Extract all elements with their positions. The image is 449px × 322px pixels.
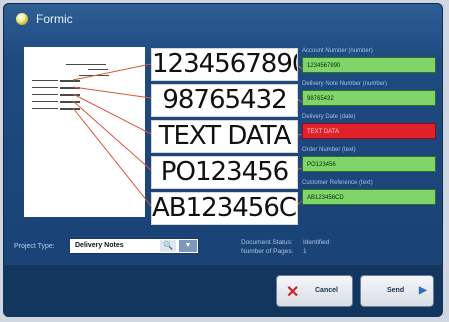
- order-number-input[interactable]: PO123456: [302, 156, 436, 172]
- window-title: Formic: [36, 12, 73, 26]
- document-controls: Project Type: Delivery Notes 🔍 ▼ Documen…: [3, 233, 443, 259]
- document-status-label: Document Status:: [241, 239, 293, 246]
- document-preview[interactable]: [24, 47, 145, 217]
- snippet-delivery-date[interactable]: TEXT DATA: [151, 120, 298, 153]
- app-logo-icon: [16, 13, 28, 25]
- document-status: Document Status: Identified Number of Pa…: [241, 238, 329, 256]
- binoculars-icon[interactable]: 🔍: [160, 240, 176, 252]
- field-delivery-date: Delivery Date (date) TEXT DATA: [302, 113, 436, 139]
- account-number-input[interactable]: 1234567890: [302, 57, 436, 73]
- cancel-button-label: Cancel: [315, 287, 338, 294]
- snippet-account-number[interactable]: 1234567890: [151, 48, 298, 81]
- snippet-customer-reference[interactable]: AB123456CD: [151, 192, 298, 225]
- snippet-order-number[interactable]: PO123456: [151, 156, 298, 189]
- page-count-value: 1: [303, 248, 307, 255]
- cancel-button[interactable]: ✕ Cancel: [276, 275, 353, 307]
- page-count-label: Number of Pages:: [241, 248, 294, 255]
- delivery-date-input[interactable]: TEXT DATA: [302, 123, 436, 139]
- project-type-label: Project Type:: [14, 243, 55, 250]
- app-window: Formic 1234567890 98765432 TEXT DATA PO1…: [3, 3, 443, 317]
- title-bar: Formic: [3, 3, 443, 37]
- customer-reference-input[interactable]: AB123456CD: [302, 189, 436, 205]
- document-status-value: Identified: [303, 239, 330, 246]
- field-customer-reference: Customer Reference (text) AB123456CD: [302, 179, 436, 205]
- delivery-note-number-input[interactable]: 98765432: [302, 90, 436, 106]
- send-button-label: Send: [387, 287, 405, 294]
- field-label: Customer Reference (text): [302, 180, 373, 186]
- snippet-delivery-note-number[interactable]: 98765432: [151, 84, 298, 117]
- field-account-number: Account Number (number) 1234567890: [302, 47, 436, 73]
- field-label: Order Number (text): [302, 147, 356, 153]
- field-order-number: Order Number (text) PO123456: [302, 146, 436, 172]
- field-label: Account Number (number): [302, 48, 373, 54]
- field-label: Delivery Date (date): [302, 114, 356, 120]
- close-icon: ✕: [286, 284, 300, 301]
- arrow-right-icon: ▶: [419, 285, 427, 296]
- field-delivery-note-number: Delivery Note Number (number) 98765432: [302, 80, 436, 106]
- chevron-down-icon[interactable]: ▼: [179, 240, 197, 252]
- send-button[interactable]: Send ▶: [360, 275, 434, 307]
- action-bar: ✕ Cancel Send ▶: [3, 265, 443, 317]
- capture-panel: 1234567890 98765432 TEXT DATA PO123456 A…: [17, 40, 437, 226]
- project-type-select[interactable]: Delivery Notes 🔍 ▼: [69, 238, 199, 254]
- field-label: Delivery Note Number (number): [302, 81, 388, 87]
- project-type-value: Delivery Notes: [75, 242, 124, 249]
